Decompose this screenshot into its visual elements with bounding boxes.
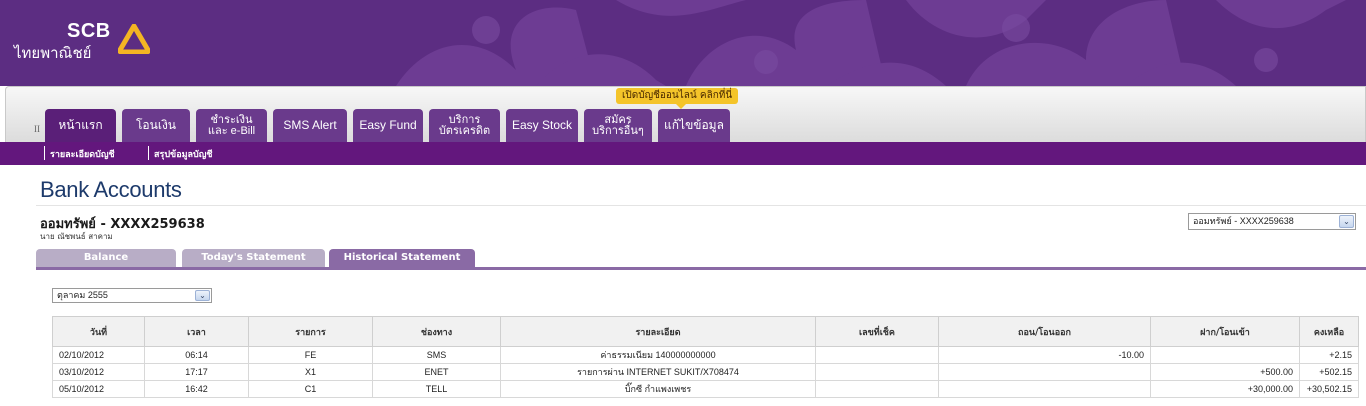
col-time-header: เวลา (144, 316, 249, 347)
table-row: 05/10/2012 16:42 C1 TELL บิ๊กซี กำแพงเพช… (52, 380, 1359, 398)
promo-open-account-button[interactable]: เปิดบัญชีออนไลน์ คลิกที่นี่ (616, 88, 739, 104)
statement-table: วันที่ เวลา รายการ ช่องทาง รายละเอียด เล… (52, 316, 1359, 398)
cell-channel: ENET (372, 363, 501, 381)
cell-detail: ค่าธรรมเนียม 140000000000 (500, 346, 816, 364)
tab-balance[interactable]: Balance (36, 249, 176, 267)
statement-tab-label: Balance (83, 252, 129, 263)
cell-cheque (815, 346, 939, 364)
account-owner: นาย ณัชพนธ์ สาคาม (40, 232, 113, 241)
statement-tab-label: Historical Statement (343, 252, 461, 263)
cell-date: 03/10/2012 (52, 363, 145, 381)
chevron-down-icon[interactable]: ⌄ (1339, 215, 1354, 228)
col-channel-header: ช่องทาง (372, 316, 501, 347)
cell-withdraw (938, 363, 1151, 381)
banner-pattern-icon (396, 0, 1346, 86)
cell-time: 06:14 (144, 346, 249, 364)
tab-label: ชำระเงิน และ e-Bill (207, 113, 256, 137)
tab-label: Easy Stock (511, 118, 573, 132)
col-date-header: วันที่ (52, 316, 145, 347)
tab-label: บริการ บัตรเครดิต (438, 113, 491, 137)
cell-code: C1 (248, 380, 373, 398)
col-detail-header: รายละเอียด (500, 316, 816, 347)
tab-label: สมัคร บริการอื่นๆ (592, 113, 644, 137)
col-cheque-header: เลขที่เช็ค (815, 316, 939, 347)
page-title: Bank Accounts (40, 177, 182, 202)
cell-time: 16:42 (144, 380, 249, 398)
tab-easy-stock[interactable]: Easy Stock (506, 109, 578, 142)
col-deposit-header: ฝาก/โอนเข้า (1150, 316, 1300, 347)
table-header-row: วันที่ เวลา รายการ ช่องทาง รายละเอียด เล… (52, 316, 1359, 347)
cell-date: 02/10/2012 (52, 346, 145, 364)
cell-withdraw (938, 380, 1151, 398)
subnav-account-detail[interactable]: รายละเอียดบัญชี (50, 147, 115, 161)
tab-other-services[interactable]: สมัคร บริการอื่นๆ (584, 109, 652, 142)
tab-easy-fund[interactable]: Easy Fund (353, 109, 423, 142)
scb-logo-icon (118, 24, 150, 54)
cell-balance: +30,502.15 (1299, 380, 1359, 398)
tab-edit-profile[interactable]: แก้ไขข้อมูล (658, 109, 730, 142)
subnav-divider (44, 146, 45, 160)
title-divider (36, 205, 1366, 206)
tab-todays-statement[interactable]: Today's Statement (182, 249, 325, 267)
table-row: 03/10/2012 17:17 X1 ENET รายการผ่าน INTE… (52, 363, 1359, 381)
table-row: 02/10/2012 06:14 FE SMS ค่าธรรมเนียม 140… (52, 346, 1359, 364)
cell-withdraw: -10.00 (938, 346, 1151, 364)
header-banner: SCB ไทยพาณิชย์ (0, 0, 1366, 86)
col-code-header: รายการ (248, 316, 373, 347)
cell-detail: รายการผ่าน INTERNET SUKIT/X708474 (500, 363, 816, 381)
tab-label: SMS Alert (283, 118, 337, 132)
logo-scb-text: SCB (67, 20, 111, 42)
col-balance-header: คงเหลือ (1299, 316, 1359, 347)
tab-bill-payment[interactable]: ชำระเงิน และ e-Bill (196, 109, 267, 142)
col-withdraw-header: ถอน/โอนออก (938, 316, 1151, 347)
cell-channel: SMS (372, 346, 501, 364)
tab-label: หน้าแรก (58, 118, 103, 132)
tab-historical-statement[interactable]: Historical Statement (329, 249, 475, 267)
cell-balance: +502.15 (1299, 363, 1359, 381)
tab-credit-card[interactable]: บริการ บัตรเครดิต (429, 109, 500, 142)
cell-deposit: +500.00 (1150, 363, 1300, 381)
nav-marker: II (34, 124, 40, 134)
cell-cheque (815, 363, 939, 381)
tab-label: Easy Fund (359, 118, 417, 132)
cell-channel: TELL (372, 380, 501, 398)
tab-label: โอนเงิน (135, 118, 177, 132)
cell-code: FE (248, 346, 373, 364)
month-select[interactable]: ตุลาคม 2555 ⌄ (52, 288, 212, 303)
tab-sms-alert[interactable]: SMS Alert (273, 109, 347, 142)
sub-nav: รายละเอียดบัญชี สรุปข้อมูลบัญชี (0, 142, 1366, 165)
cell-balance: +2.15 (1299, 346, 1359, 364)
subnav-divider (148, 146, 149, 160)
statement-tab-label: Today's Statement (201, 252, 306, 263)
cell-detail: บิ๊กซี กำแพงเพชร (500, 380, 816, 398)
cell-time: 17:17 (144, 363, 249, 381)
cell-deposit: +30,000.00 (1150, 380, 1300, 398)
tab-transfer[interactable]: โอนเงิน (122, 109, 190, 142)
cell-code: X1 (248, 363, 373, 381)
subnav-account-summary[interactable]: สรุปข้อมูลบัญชี (154, 147, 213, 161)
account-select-value: ออมทรัพย์ - XXXX259638 (1193, 216, 1294, 226)
cell-cheque (815, 380, 939, 398)
cell-deposit (1150, 346, 1300, 364)
month-select-value: ตุลาคม 2555 (57, 290, 108, 300)
chevron-down-icon[interactable]: ⌄ (195, 290, 210, 301)
logo-thai-text: ไทยพาณิชย์ (14, 44, 92, 62)
tab-home[interactable]: หน้าแรก (45, 109, 116, 142)
tab-label: แก้ไขข้อมูล (664, 118, 724, 132)
cell-date: 05/10/2012 (52, 380, 145, 398)
account-select[interactable]: ออมทรัพย์ - XXXX259638 ⌄ (1188, 213, 1356, 230)
statement-tab-underline (36, 267, 1366, 270)
